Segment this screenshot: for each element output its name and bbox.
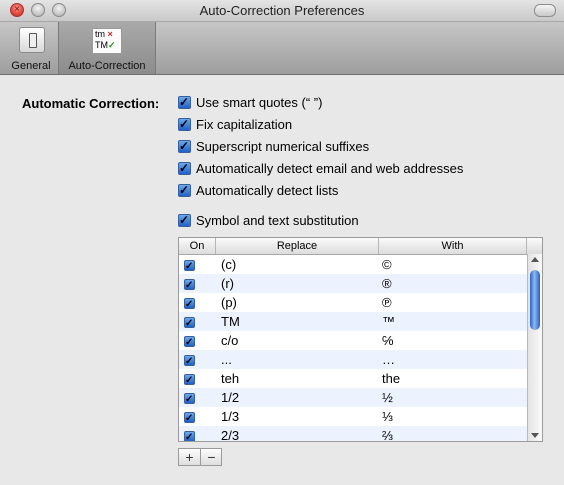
table-row[interactable]: TM ™ bbox=[179, 312, 527, 333]
option-label: Superscript numerical suffixes bbox=[196, 139, 370, 154]
window-title: Auto-Correction Preferences bbox=[199, 3, 365, 18]
cell-with: … bbox=[382, 352, 395, 367]
cell-replace: c/o bbox=[221, 333, 239, 348]
row-checkbox[interactable] bbox=[184, 352, 195, 371]
option-fix-capitalization[interactable]: Fix capitalization bbox=[178, 115, 293, 134]
row-checkbox[interactable] bbox=[184, 428, 195, 441]
toolbar: General tm × TM✓ Auto-Correction bbox=[0, 22, 564, 75]
cell-replace: ... bbox=[221, 352, 232, 367]
column-header-on[interactable]: On bbox=[179, 238, 216, 254]
cross-icon: × bbox=[107, 29, 113, 39]
table-rows: (c) © (r) ® (p) ℗ TM ™ c/o ℅ ... … teh the 1/2 ½… bbox=[179, 255, 527, 442]
table-row[interactable]: (p) ℗ bbox=[179, 293, 527, 314]
add-remove-control: + − bbox=[178, 448, 222, 466]
cell-with: ½ bbox=[382, 390, 393, 405]
add-button[interactable]: + bbox=[179, 449, 201, 465]
column-header-with[interactable]: With bbox=[379, 238, 527, 254]
cell-replace: 1/3 bbox=[221, 409, 240, 424]
row-checkbox[interactable] bbox=[184, 409, 195, 428]
option-smart-quotes[interactable]: Use smart quotes (“ ”) bbox=[178, 93, 323, 112]
scroll-down-arrow-icon[interactable] bbox=[531, 433, 539, 438]
checkbox-icon[interactable] bbox=[178, 93, 191, 111]
automatic-correction-label: Automatic Correction: bbox=[22, 96, 160, 111]
table-row[interactable]: c/o ℅ bbox=[179, 331, 527, 352]
checkbox-icon[interactable] bbox=[178, 211, 191, 229]
row-checkbox[interactable] bbox=[184, 276, 195, 295]
option-detect-addresses[interactable]: Automatically detect email and web addre… bbox=[178, 159, 464, 178]
tab-general-label: General bbox=[11, 60, 51, 72]
cell-with: ℅ bbox=[382, 333, 394, 348]
row-checkbox[interactable] bbox=[184, 314, 195, 333]
table-header: On Replace With bbox=[179, 238, 542, 255]
option-label: Automatically detect email and web addre… bbox=[196, 161, 464, 176]
switch-icon bbox=[19, 27, 45, 53]
substitution-table: On Replace With (c) © (r) ® (p) ℗ TM ™ c/o ℅ … bbox=[178, 237, 543, 442]
checkbox-icon[interactable] bbox=[178, 137, 191, 155]
option-symbol-substitution[interactable]: Symbol and text substitution bbox=[178, 211, 359, 230]
table-row[interactable]: (r) ® bbox=[179, 274, 527, 295]
toolbar-toggle-button[interactable] bbox=[534, 4, 556, 17]
vertical-scrollbar[interactable] bbox=[527, 254, 542, 441]
icon-text-tm: tm bbox=[95, 29, 105, 39]
cell-with: ⅔ bbox=[382, 428, 393, 442]
table-row[interactable]: 2/3 ⅔ bbox=[179, 426, 527, 442]
scroll-up-arrow-icon[interactable] bbox=[531, 257, 539, 262]
checkbox-icon[interactable] bbox=[178, 181, 191, 199]
row-checkbox[interactable] bbox=[184, 257, 195, 276]
cell-replace: 1/2 bbox=[221, 390, 240, 405]
cell-replace: (r) bbox=[221, 276, 234, 291]
row-checkbox[interactable] bbox=[184, 390, 195, 409]
tab-general[interactable]: General bbox=[8, 22, 54, 74]
option-label: Symbol and text substitution bbox=[196, 213, 359, 228]
cell-replace: (p) bbox=[221, 295, 237, 310]
row-checkbox[interactable] bbox=[184, 371, 195, 390]
option-label: Automatically detect lists bbox=[196, 183, 339, 198]
cell-replace: teh bbox=[221, 371, 240, 386]
icon-text-TM: TM bbox=[95, 40, 108, 50]
check-icon: ✓ bbox=[108, 40, 116, 50]
autocorrect-icon: tm × TM✓ bbox=[92, 28, 122, 54]
checkbox-icon[interactable] bbox=[178, 159, 191, 177]
cell-with: ® bbox=[382, 276, 392, 291]
table-row[interactable]: ... … bbox=[179, 350, 527, 371]
option-detect-lists[interactable]: Automatically detect lists bbox=[178, 181, 339, 200]
row-checkbox[interactable] bbox=[184, 333, 195, 352]
option-label: Use smart quotes (“ ”) bbox=[196, 95, 323, 110]
cell-with: ™ bbox=[382, 314, 395, 329]
table-row[interactable]: 1/3 ⅓ bbox=[179, 407, 527, 428]
cell-with: ⅓ bbox=[382, 409, 393, 424]
tab-auto-correction-label: Auto-Correction bbox=[68, 60, 146, 72]
row-checkbox[interactable] bbox=[184, 295, 195, 314]
table-row[interactable]: 1/2 ½ bbox=[179, 388, 527, 409]
cell-with: the bbox=[382, 371, 401, 386]
cell-replace: TM bbox=[221, 314, 240, 329]
scroll-thumb[interactable] bbox=[530, 270, 540, 330]
cell-replace: (c) bbox=[221, 257, 237, 272]
cell-with: ℗ bbox=[382, 295, 392, 310]
remove-button[interactable]: − bbox=[201, 449, 222, 465]
title-bar: × Auto-Correction Preferences bbox=[0, 0, 564, 22]
cell-with: © bbox=[382, 257, 392, 272]
column-header-replace[interactable]: Replace bbox=[216, 238, 379, 254]
table-row[interactable]: (c) © bbox=[179, 255, 527, 276]
table-row[interactable]: teh the bbox=[179, 369, 527, 390]
option-label: Fix capitalization bbox=[196, 117, 293, 132]
option-superscript-suffixes[interactable]: Superscript numerical suffixes bbox=[178, 137, 370, 156]
checkbox-icon[interactable] bbox=[178, 115, 191, 133]
cell-replace: 2/3 bbox=[221, 428, 240, 442]
tab-auto-correction[interactable]: tm × TM✓ Auto-Correction bbox=[58, 22, 156, 74]
